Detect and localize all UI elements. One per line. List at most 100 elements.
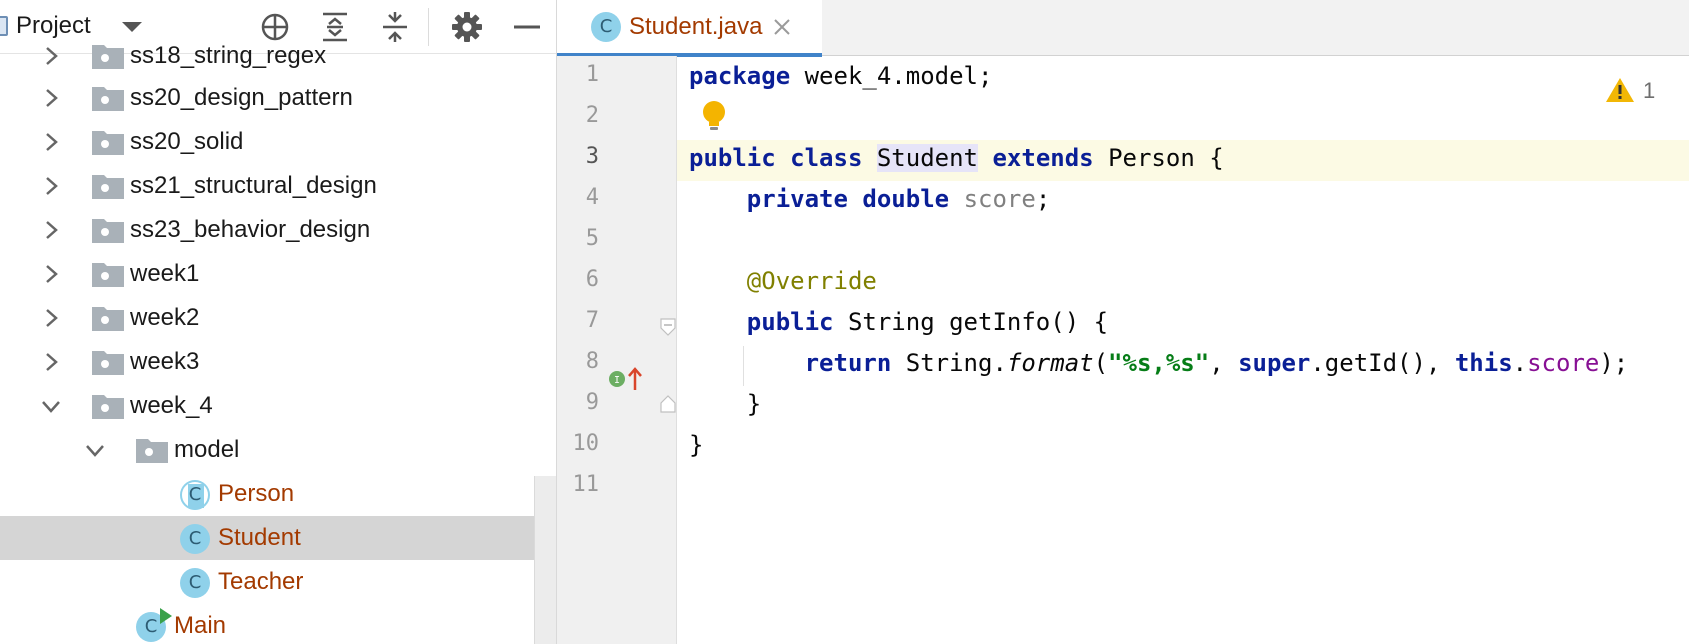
code-text: Person { (1093, 144, 1224, 172)
code-line-8: return String.format("%s,%s", super.getI… (689, 349, 1629, 377)
tree-node-folder[interactable]: week2 (0, 296, 556, 340)
abstract-class-icon: C (180, 480, 210, 510)
tree-node-label: Person (218, 480, 295, 507)
code-text: String getInfo() { (833, 308, 1109, 336)
tree-node-class[interactable]: C Person (0, 472, 556, 516)
tree-node-class-selected[interactable]: C Student (0, 516, 556, 560)
implements-method-icon[interactable]: I (609, 366, 649, 392)
tree-node-label: ss20_solid (130, 128, 244, 155)
line-number: 4 (585, 185, 599, 210)
project-tool-window: Project ss18_string_regex ss20_design_pa… (0, 0, 556, 644)
keyword: class (790, 144, 863, 172)
project-window-icon (0, 16, 8, 36)
tree-node-class[interactable]: C Main (0, 604, 556, 644)
chevron-right-icon[interactable] (40, 45, 62, 67)
line-number: 9 (585, 390, 599, 415)
editor-tab-bar: C Student.java (557, 0, 1689, 57)
folder-icon (92, 131, 124, 155)
class-icon: C (180, 524, 210, 554)
line-number: 1 (585, 62, 599, 87)
tree-node-label: Student (218, 524, 301, 551)
keyword: super (1238, 349, 1311, 377)
code-line-3: public class Student extends Person { (689, 144, 1224, 172)
line-number: 7 (585, 308, 599, 333)
field-identifier: score (1527, 349, 1600, 377)
tree-node-folder[interactable]: week3 (0, 340, 556, 384)
chevron-right-icon[interactable] (40, 131, 62, 153)
tree-node-label: week1 (130, 260, 200, 287)
code-area[interactable]: package week_4.model; public class Stude… (689, 56, 1689, 644)
warning-icon (1606, 78, 1634, 102)
tree-node-label: ss20_design_pattern (130, 84, 353, 111)
keyword: extends (992, 144, 1094, 172)
code-text: , (1209, 349, 1239, 377)
tab-student-java[interactable]: C Student.java (557, 0, 822, 57)
line-number: 3 (585, 144, 599, 169)
fold-marker-icon[interactable] (660, 318, 676, 336)
folder-icon (92, 263, 124, 287)
string-literal: "%s,%s" (1108, 349, 1210, 377)
tree-node-folder[interactable]: ss23_behavior_design (0, 208, 556, 252)
tree-node-folder[interactable]: week1 (0, 252, 556, 296)
fold-end-marker-icon[interactable] (660, 395, 676, 413)
keyword: package (689, 62, 791, 90)
code-text: } (746, 390, 762, 418)
chevron-right-icon[interactable] (40, 87, 62, 109)
folder-icon (92, 219, 124, 243)
tree-node-folder[interactable]: ss21_structural_design (0, 164, 556, 208)
line-number: 2 (585, 103, 599, 128)
package-icon (136, 439, 168, 463)
folder-icon (92, 87, 124, 111)
line-number: 10 (572, 431, 600, 456)
code-text: . (1512, 349, 1528, 377)
code-line-7: public String getInfo() { (689, 308, 1108, 336)
class-name-identifier: Student (876, 144, 979, 172)
chevron-right-icon[interactable] (40, 263, 62, 285)
folder-icon (92, 395, 124, 419)
chevron-right-icon[interactable] (40, 175, 62, 197)
tree-node-label: Main (174, 612, 227, 639)
tree-node-label: week2 (130, 304, 200, 331)
code-line-4: private double score; (689, 185, 1050, 213)
chevron-right-icon[interactable] (40, 219, 62, 241)
method-call: format (1006, 349, 1094, 377)
tree-node-class[interactable]: C Teacher (0, 560, 556, 604)
code-text: } (689, 431, 704, 459)
field-identifier: score (963, 185, 1036, 213)
svg-text:I: I (614, 375, 620, 386)
chevron-right-icon[interactable] (40, 307, 62, 329)
tree-node-label: ss23_behavior_design (130, 216, 371, 243)
keyword: public (689, 144, 776, 172)
keyword: this (1454, 349, 1513, 377)
keyword: public (746, 308, 834, 336)
code-text: ( (1093, 349, 1109, 377)
warning-count: 1 (1643, 78, 1656, 103)
annotation: @Override (746, 267, 877, 295)
tree-node-package[interactable]: model (0, 428, 556, 472)
tree-node-label: week_4 (130, 392, 213, 419)
chevron-down-icon[interactable] (40, 395, 62, 417)
code-text: ; (1035, 185, 1051, 213)
code-editor: C Student.java 1 2 3 4 5 6 7 8 9 10 11 I… (556, 0, 1689, 644)
tree-node-folder[interactable]: ss20_solid (0, 120, 556, 164)
code-text: String. (891, 349, 1007, 377)
line-number-gutter[interactable]: 1 2 3 4 5 6 7 8 9 10 11 I (557, 56, 677, 644)
line-number: 11 (572, 472, 600, 497)
chevron-right-icon[interactable] (40, 351, 62, 373)
chevron-down-icon[interactable] (84, 439, 106, 461)
keyword: private (746, 185, 848, 213)
line-number: 6 (585, 267, 599, 292)
runnable-class-icon: C (136, 608, 172, 642)
class-icon: C (180, 568, 210, 598)
close-icon[interactable] (771, 16, 793, 38)
tree-scrollbar[interactable] (534, 476, 556, 644)
tree-node-folder[interactable]: ss20_design_pattern (0, 76, 556, 120)
tree-node-folder[interactable]: week_4 (0, 384, 556, 428)
inspection-widget[interactable]: 1 (1605, 76, 1655, 106)
code-line-1: package week_4.model; (689, 62, 992, 90)
folder-icon (92, 45, 124, 69)
keyword: double (862, 185, 950, 213)
tree-node-folder[interactable]: ss18_string_regex (0, 34, 556, 78)
tree-node-label: week3 (130, 348, 200, 375)
tree-node-label: ss21_structural_design (130, 172, 377, 199)
